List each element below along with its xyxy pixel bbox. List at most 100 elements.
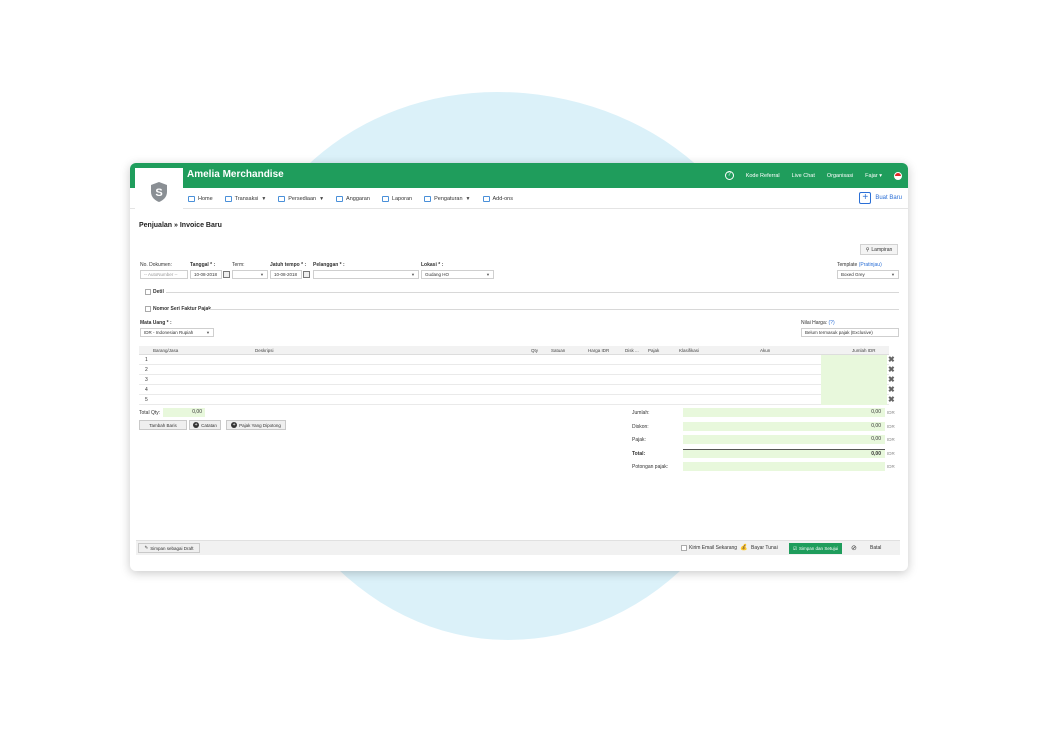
chevron-down-icon: ▼ [891, 272, 895, 277]
detail-label: Detil [153, 289, 164, 295]
subtotal-label: Jumlah: [632, 410, 650, 416]
total-qty-value: 0,00 [163, 408, 205, 417]
pay-cash-button[interactable]: Bayar Tunai [751, 545, 778, 551]
detail-checkbox[interactable] [145, 289, 151, 295]
due-date-input[interactable]: 10-08-2018 [270, 270, 302, 279]
amount-cell[interactable] [821, 355, 887, 365]
template-select[interactable]: Boxed Grey ▼ [837, 270, 899, 279]
currency-label: Mata Uang * : [140, 320, 172, 326]
settings-icon [424, 195, 432, 202]
top-bar: S Amelia Merchandise ? Kode Referral Liv… [130, 163, 908, 216]
term-label: Term: [232, 262, 245, 268]
new-button[interactable]: + Buat Baru [859, 192, 902, 204]
delete-row-icon[interactable]: ✖ [888, 356, 896, 364]
caret-down-icon: ▼ [261, 195, 267, 202]
save-draft-button[interactable]: ✎ Simpan sebagai Draft [138, 543, 200, 553]
app-window: S Amelia Merchandise ? Kode Referral Liv… [130, 163, 908, 571]
term-select[interactable]: ▼ [232, 270, 268, 279]
send-email-checkbox[interactable] [681, 545, 687, 551]
col-unit: Satuan [551, 348, 566, 353]
date-input[interactable]: 10-08-2018 [190, 270, 222, 279]
menu-addons[interactable]: Add-ons [482, 195, 513, 202]
chevron-down-icon: ▼ [411, 272, 415, 277]
currency-code: IDR [887, 410, 895, 415]
col-account: Akun [760, 348, 771, 353]
svg-text:S: S [155, 187, 162, 199]
currency-select[interactable]: IDR - Indonesian Rupiah ▼ [140, 328, 214, 337]
plus-icon: + [859, 192, 872, 204]
currency-code: IDR [887, 437, 895, 442]
tax-label: Pajak: [632, 437, 646, 443]
inventory-icon [278, 195, 286, 202]
caret-down-icon: ▼ [319, 195, 325, 202]
menu-anggaran[interactable]: Anggaran [336, 195, 370, 202]
attachment-button[interactable]: ⚲ Lampiran [860, 244, 898, 255]
delete-row-icon[interactable]: ✖ [888, 376, 896, 384]
doc-no-input[interactable]: -- AutoNumber -- [140, 270, 188, 279]
price-value-select[interactable]: Belum termasuk pajak (Exclusive) [801, 328, 899, 337]
amount-cell[interactable] [821, 365, 887, 375]
link-live-chat[interactable]: Live Chat [792, 173, 815, 179]
amount-cell[interactable] [821, 395, 887, 405]
template-preview-link[interactable]: (Pratinjau) [859, 262, 882, 268]
due-date-label: Jatuh tempo * : [270, 262, 307, 268]
location-label: Lokasi * : [421, 262, 444, 268]
total-qty-label: Total Qty: [139, 410, 161, 416]
user-menu[interactable]: Fajar ▾ [865, 173, 882, 179]
chevron-down-icon: ▼ [260, 272, 264, 277]
save-approve-button[interactable]: ☑ Simpan dan Setujui [789, 543, 843, 554]
help-icon[interactable]: ? [724, 171, 734, 180]
menu-home[interactable]: Home [188, 195, 213, 202]
flag-icon[interactable] [894, 171, 902, 180]
chevron-down-icon: ▼ [206, 330, 210, 335]
discount-value[interactable]: 0,00 [683, 422, 885, 431]
calendar-icon[interactable] [223, 271, 230, 278]
delete-row-icon[interactable]: ✖ [888, 386, 896, 394]
table-row[interactable]: 3 [139, 375, 889, 385]
col-tax: Pajak [648, 348, 660, 353]
add-row-button[interactable]: Tambah Baris [139, 420, 187, 430]
customer-select[interactable]: ▼ [313, 270, 419, 279]
discount-label: Diskon: [632, 424, 649, 430]
col-item: Barang/Jasa [153, 348, 179, 353]
delete-row-icon[interactable]: ✖ [888, 396, 896, 404]
note-button[interactable]: + Catatan [189, 420, 221, 430]
pencil-icon: ✎ [144, 545, 149, 550]
total-label: Total: [632, 451, 646, 457]
location-select[interactable]: Gudang HO ▼ [421, 270, 494, 279]
link-referral-code[interactable]: Kode Referral [746, 173, 780, 179]
withheld-tax-button[interactable]: + Pajak Yang Dipotong [226, 420, 286, 430]
amount-cell[interactable] [821, 375, 887, 385]
link-organization[interactable]: Organisasi [827, 173, 853, 179]
table-row[interactable]: 4 [139, 385, 889, 395]
menu-persediaan[interactable]: Persediaan ▼ [278, 195, 325, 202]
tax-serial-checkbox[interactable] [145, 306, 151, 312]
items-table-header: Barang/Jasa Deskripsi Qty Satuan Harga I… [139, 346, 889, 355]
app-logo[interactable]: S [135, 168, 183, 216]
chevron-down-icon: ▾ [879, 172, 882, 179]
tax-serial-label: Nomor Seri Faktur Pajak [153, 306, 212, 312]
total-value: 0,00 [683, 449, 885, 458]
menu-transaksi[interactable]: Transaksi ▼ [224, 195, 267, 202]
calendar-icon[interactable] [303, 271, 310, 278]
divider [166, 292, 899, 293]
table-row[interactable]: 2 [139, 365, 889, 375]
help-icon[interactable]: (?) [829, 320, 835, 326]
budget-icon [336, 195, 344, 202]
paperclip-icon: ⚲ [865, 246, 870, 253]
delete-row-icon[interactable]: ✖ [888, 366, 896, 374]
withheld-tax-label: Potongan pajak: [632, 464, 669, 470]
menu-pengaturan[interactable]: Pengaturan ▼ [424, 195, 471, 202]
currency-code: IDR [887, 424, 895, 429]
price-value-label: Nilai Harga: (?) [801, 320, 835, 326]
menu-laporan[interactable]: Laporan [381, 195, 412, 202]
cancel-button[interactable]: Batal [870, 545, 881, 551]
table-row[interactable]: 1 [139, 355, 889, 365]
subtotal-value: 0,00 [683, 408, 885, 417]
table-row[interactable]: 5 [139, 395, 889, 405]
col-qty: Qty [531, 348, 539, 353]
template-label: Template (Pratinjau) [837, 262, 882, 268]
doc-no-label: No. Dokumen: [140, 262, 172, 268]
amount-cell[interactable] [821, 385, 887, 395]
plus-circle-icon: + [231, 422, 238, 428]
